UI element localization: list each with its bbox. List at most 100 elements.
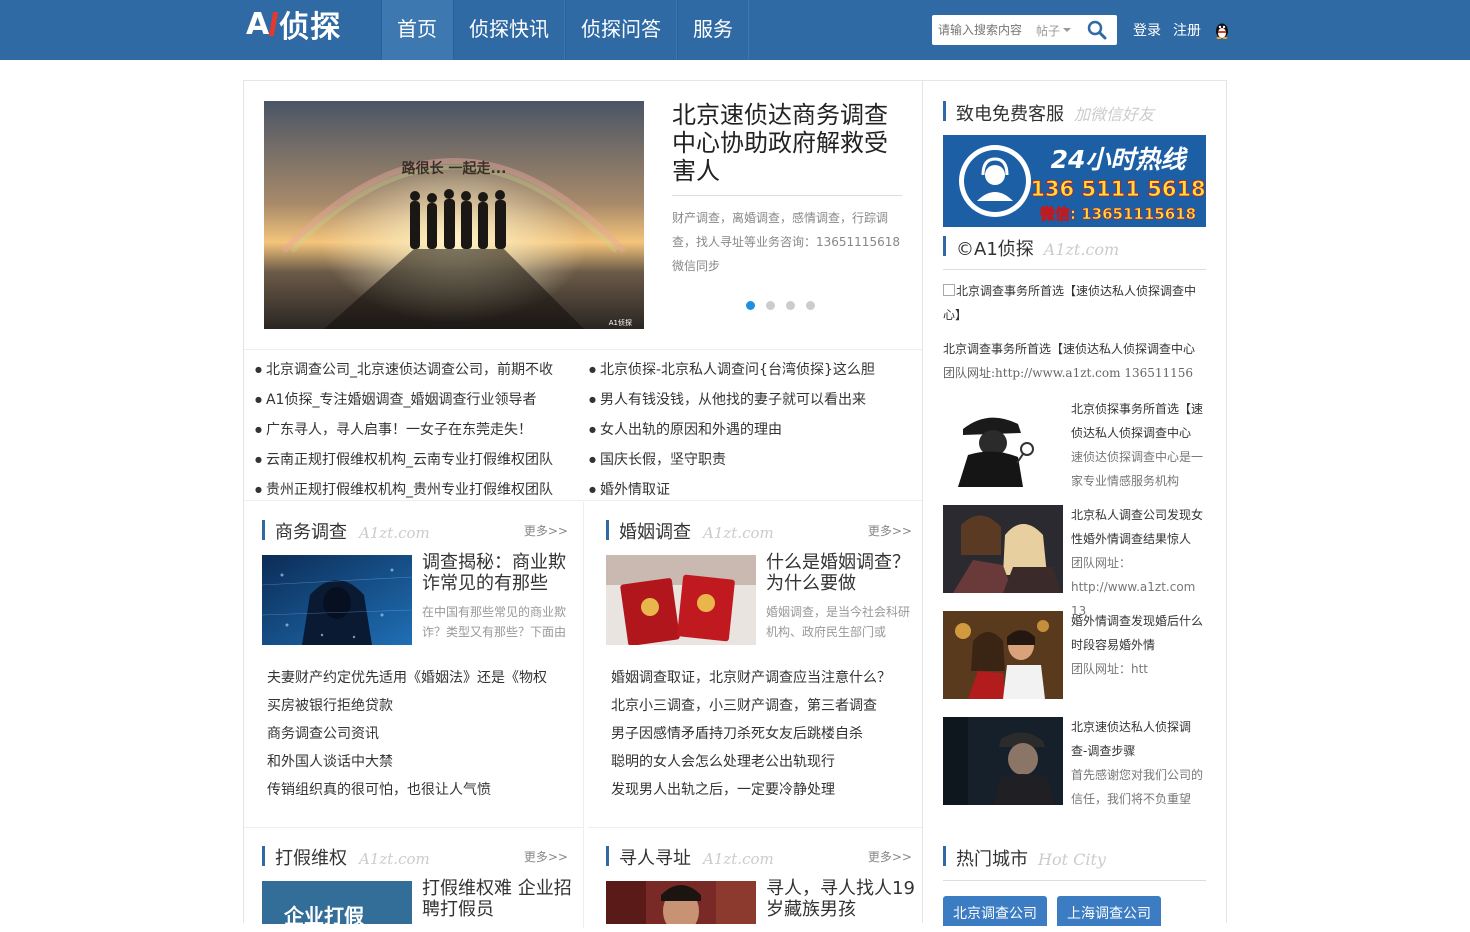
list-item[interactable]: 婚姻调查取证，北京财产调查应当注意什么？ bbox=[611, 664, 901, 692]
list-item[interactable]: 国庆长假，坚守职责 bbox=[589, 446, 875, 476]
list-item[interactable]: 男子因感情矛盾持刀杀死女友后跳楼自杀 bbox=[611, 720, 901, 748]
article-title[interactable]: 北京速侦达私人侦探调查-调查步骤 bbox=[1071, 715, 1207, 763]
list-item[interactable]: 买房被银行拒绝贷款 bbox=[267, 692, 557, 720]
search-button[interactable] bbox=[1082, 15, 1112, 45]
list-item[interactable]: 北京侦探-北京私人调查问{台湾侦探}这么胆 bbox=[589, 356, 875, 386]
list-item[interactable]: 云南正规打假维权机构_云南专业打假维权团队 bbox=[255, 446, 553, 476]
hotline-number: 136 5111 5618 bbox=[1030, 177, 1205, 201]
city-link-shanghai[interactable]: 上海调查公司 bbox=[1057, 896, 1161, 926]
site-logo[interactable]: A 侦探 bbox=[246, 6, 341, 46]
slider-divider bbox=[672, 195, 902, 196]
feature-title[interactable]: 寻人，寻人找人19岁藏族男孩 bbox=[766, 878, 916, 920]
section-marker bbox=[943, 101, 946, 121]
sidebar-brand-title: ©A1侦探 bbox=[956, 239, 1034, 260]
sidebar-service-header: 致电免费客服 加微信好友 bbox=[943, 100, 1155, 125]
article-title[interactable]: 北京私人调查公司发现女性婚外情调查结果惊人 bbox=[1071, 503, 1207, 551]
feature-desc: 婚姻调查，是当今社会科研机构、政府民生部门或 bbox=[766, 605, 911, 639]
article-title[interactable]: 北京侦探事务所首选【速侦达私人侦探调查中心 bbox=[1071, 397, 1207, 445]
feature-thumbnail[interactable] bbox=[606, 881, 756, 924]
section-marker bbox=[262, 520, 265, 540]
sidebar-service-subtitle: 加微信好友 bbox=[1074, 105, 1155, 124]
slider-dot-2[interactable] bbox=[766, 301, 775, 310]
feature-title[interactable]: 什么是婚姻调查？为什么要做 bbox=[766, 552, 916, 594]
nav-detective-qa[interactable]: 侦探问答 bbox=[565, 0, 677, 60]
feature-thumbnail[interactable]: 企业打假 bbox=[262, 881, 412, 924]
slider-image-caption: 路很长 一起走... bbox=[402, 160, 507, 177]
headline-list-right: 北京侦探-北京私人调查问{台湾侦探}这么胆 男人有钱没钱，从他找的妻子就可以看出… bbox=[589, 356, 875, 506]
hotline-banner[interactable]: 24小时热线 136 5111 5618 微信: 13651115618 bbox=[943, 135, 1206, 227]
search-scope-select[interactable]: 帖子 bbox=[1036, 22, 1082, 39]
article-thumbnail[interactable] bbox=[943, 611, 1063, 699]
sidebar-hot-city-header: 热门城市 Hot City bbox=[943, 845, 1106, 870]
hotline-label: 24小时热线 bbox=[1051, 145, 1189, 174]
section-title: 商务调查 bbox=[275, 522, 347, 543]
top-navbar: A侦探 首页 侦探快讯 侦探问答 服务 帖子 登录 注册 bbox=[0, 0, 1470, 60]
article-thumbnail[interactable] bbox=[943, 505, 1063, 593]
more-link[interactable]: 更多>> bbox=[524, 522, 568, 539]
slider-description: 财产调查，离婚调查，感情调查，行踪调查，找人寻址等业务咨询：1365111561… bbox=[672, 211, 900, 273]
register-link[interactable]: 注册 bbox=[1173, 20, 1201, 40]
slider-dot-3[interactable] bbox=[786, 301, 795, 310]
slider-image[interactable]: 路很长 一起走... A1侦探 bbox=[264, 101, 644, 329]
list-item[interactable]: 广东寻人，寻人启事！一女子在东莞走失！ bbox=[255, 416, 553, 446]
article-desc: 团队网址：htt bbox=[1071, 662, 1149, 676]
hot-city-list: 北京调查公司 上海调查公司 bbox=[943, 896, 1161, 926]
main-nav: 首页 侦探快讯 侦探问答 服务 bbox=[381, 0, 749, 60]
feature-thumbnail[interactable] bbox=[262, 555, 412, 645]
sidebar-service-title: 致电免费客服 bbox=[956, 104, 1064, 125]
list-item[interactable]: 发现男人出轨之后，一定要冷静处理 bbox=[611, 776, 901, 804]
list-item[interactable]: 和外国人谈话中大禁 bbox=[267, 748, 557, 776]
feature-thumbnail-text: 企业打假 bbox=[283, 904, 365, 924]
list-item[interactable]: 北京小三调查，小三财产调查，第三者调查 bbox=[611, 692, 901, 720]
section-marriage-investigation: 婚姻调查 A1zt.com 更多>> 什么是婚姻调查？为什么要做 婚姻调查，是当… bbox=[588, 502, 922, 828]
qq-penguin-icon[interactable] bbox=[1213, 21, 1231, 39]
feature-title[interactable]: 调查揭秘：商业欺诈常见的有那些 bbox=[422, 552, 572, 594]
city-link-beijing[interactable]: 北京调查公司 bbox=[943, 896, 1047, 926]
nav-detective-news[interactable]: 侦探快讯 bbox=[453, 0, 565, 60]
list-item[interactable]: 北京调查公司_北京速侦达调查公司，前期不收 bbox=[255, 356, 553, 386]
main-content: 路很长 一起走... A1侦探 北京速侦达商务调查中心协助政府解救受害人 财产调… bbox=[243, 80, 923, 928]
list-item[interactable]: 夫妻财产约定优先适用《婚姻法》还是《物权 bbox=[267, 664, 557, 692]
user-links: 登录 注册 bbox=[1133, 20, 1231, 40]
search-input[interactable] bbox=[932, 16, 1036, 44]
sidebar-brand-subtitle: A1zt.com bbox=[1043, 240, 1120, 259]
list-item[interactable]: 商务调查公司资讯 bbox=[267, 720, 557, 748]
more-link[interactable]: 更多>> bbox=[868, 848, 912, 865]
section-title: 寻人寻址 bbox=[619, 848, 691, 869]
article-desc: 速侦达侦探调查中心是一家专业情感服务机构 bbox=[1071, 450, 1204, 488]
list-item[interactable]: 女人出轨的原因和外遇的理由 bbox=[589, 416, 875, 446]
section-marker bbox=[606, 846, 609, 866]
slider-dot-1[interactable] bbox=[746, 301, 755, 310]
list-item[interactable]: 聪明的女人会怎么处理老公出轨现行 bbox=[611, 748, 901, 776]
nav-services[interactable]: 服务 bbox=[677, 0, 749, 60]
section-list: 婚姻调查取证，北京财产调查应当注意什么？ 北京小三调查，小三财产调查，第三者调查… bbox=[611, 664, 901, 804]
sidebar-hot-city-subtitle: Hot City bbox=[1038, 850, 1106, 869]
more-link[interactable]: 更多>> bbox=[868, 522, 912, 539]
section-marker bbox=[943, 236, 946, 256]
article-desc: 首先感谢您对我们公司的信任，我们将不负重望 bbox=[1071, 768, 1204, 806]
section-title: 打假维权 bbox=[275, 848, 347, 869]
sidebar-article-title[interactable]: 北京调查事务所首选【速侦达私人侦探调查中心 bbox=[943, 337, 1206, 361]
login-link[interactable]: 登录 bbox=[1133, 20, 1161, 40]
feature-thumbnail[interactable] bbox=[606, 555, 756, 645]
list-item[interactable]: 传销组织真的很可怕，也很让人气愤 bbox=[267, 776, 557, 804]
feature-title[interactable]: 打假维权难 企业招聘打假员 bbox=[422, 878, 572, 920]
section-find-people: 寻人寻址 A1zt.com 更多>> 寻人，寻人找人19岁藏族男孩 bbox=[588, 828, 922, 928]
logo-letter: A bbox=[246, 6, 271, 42]
list-item[interactable]: 男人有钱没钱，从他找的妻子就可以看出来 bbox=[589, 386, 875, 416]
search-scope-label: 帖子 bbox=[1036, 23, 1061, 38]
list-item[interactable]: A1侦探_专注婚姻调查_婚姻调查行业领导者 bbox=[255, 386, 553, 416]
article-title[interactable]: 婚外情调查发现婚后什么时段容易婚外情 bbox=[1071, 609, 1207, 657]
sidebar-article: 北京速侦达私人侦探调查-调查步骤 首先感谢您对我们公司的信任，我们将不负重望 bbox=[943, 717, 1206, 809]
article-thumbnail[interactable] bbox=[943, 399, 1063, 487]
nav-home[interactable]: 首页 bbox=[381, 0, 453, 60]
broken-image-alt[interactable]: 北京调查事务所首选【速侦达私人侦探调查中心】 bbox=[943, 279, 1206, 327]
more-link[interactable]: 更多>> bbox=[524, 848, 568, 865]
section-subtitle: A1zt.com bbox=[703, 524, 774, 542]
section-title: 婚姻调查 bbox=[619, 522, 691, 543]
article-thumbnail[interactable] bbox=[943, 717, 1063, 805]
broken-image-alt-text: 北京调查事务所首选【速侦达私人侦探调查中心】 bbox=[943, 284, 1197, 322]
slider-title[interactable]: 北京速侦达商务调查中心协助政府解救受害人 bbox=[672, 101, 902, 185]
slider-image-watermark: A1侦探 bbox=[609, 318, 632, 327]
slider-dot-4[interactable] bbox=[806, 301, 815, 310]
